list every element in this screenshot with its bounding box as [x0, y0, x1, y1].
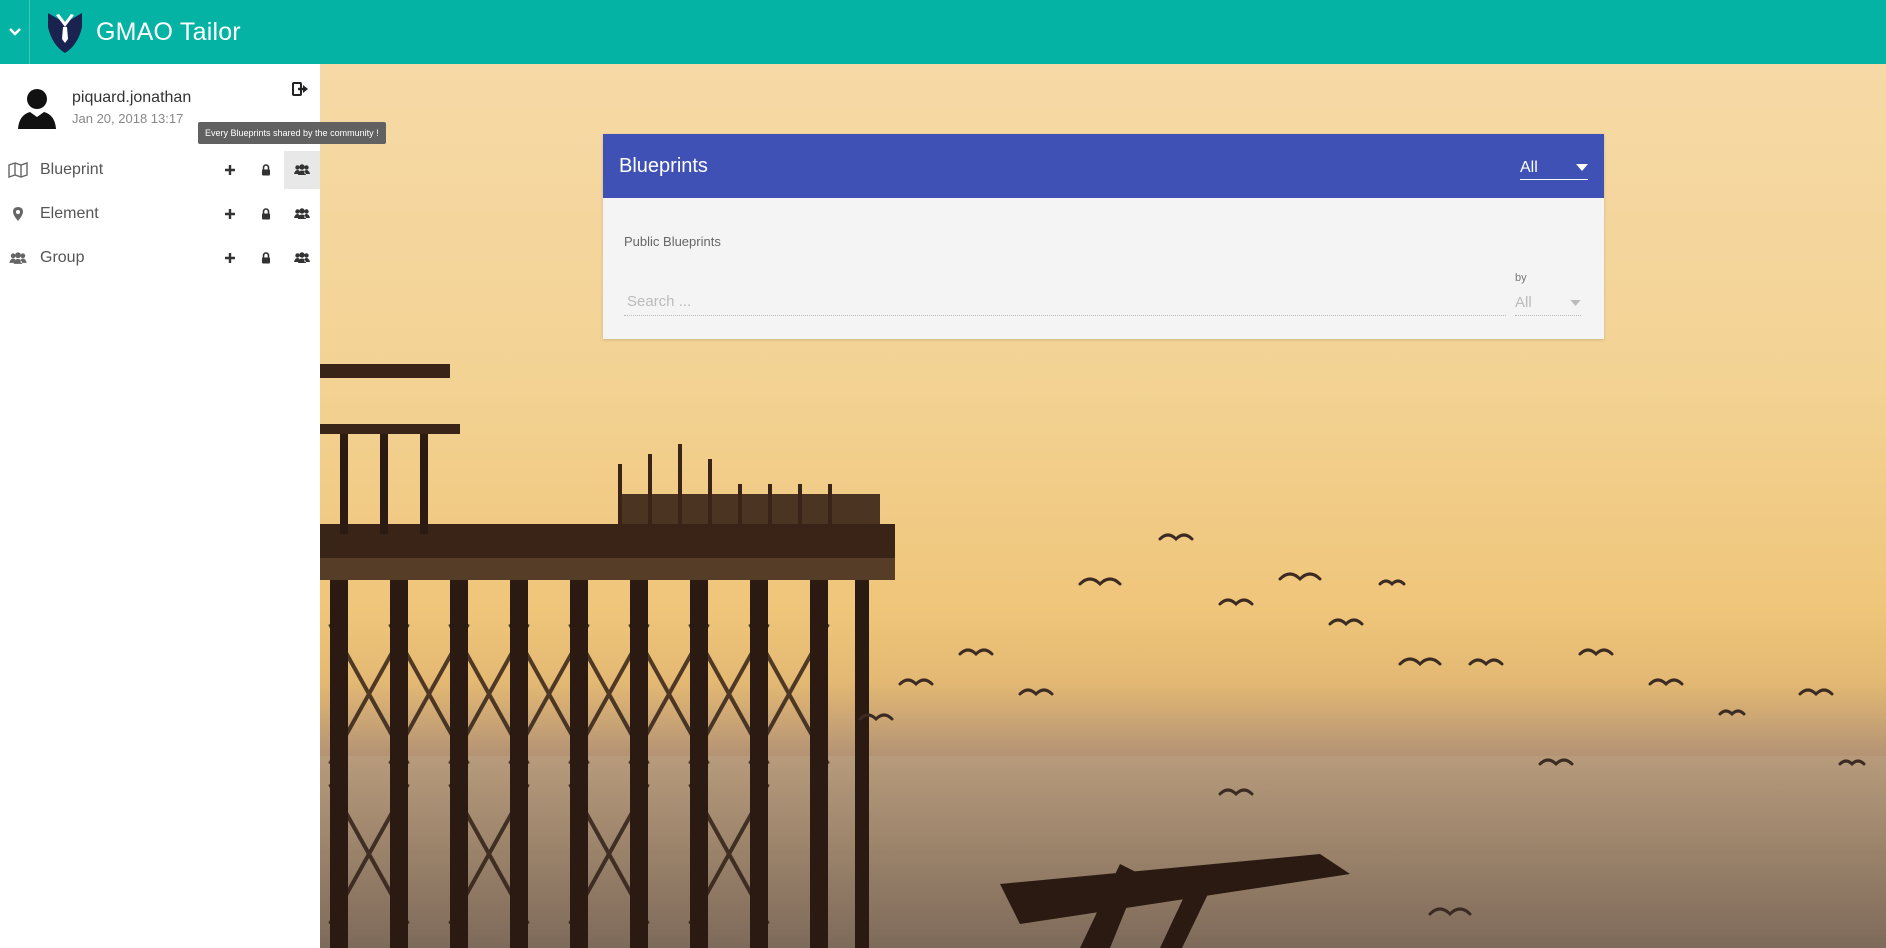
search-input[interactable]	[624, 288, 1506, 316]
chevron-down-icon	[8, 28, 21, 36]
plus-icon	[225, 253, 235, 263]
group-icon	[294, 252, 310, 263]
by-label: by	[1515, 272, 1527, 284]
card-title: Blueprints	[619, 154, 708, 177]
plus-icon	[225, 165, 235, 175]
blueprint-filter-select[interactable]: All	[1520, 156, 1588, 180]
group-icon	[294, 164, 310, 175]
by-value: All	[1515, 294, 1532, 311]
group-icon	[8, 248, 28, 268]
map-marker-icon	[8, 204, 28, 224]
caret-down-icon	[1576, 164, 1588, 171]
plus-icon	[225, 209, 235, 219]
blueprints-card: Blueprints All Public Blueprints by All	[603, 134, 1604, 339]
sidebar-item-blueprint: Blueprint	[0, 148, 320, 192]
sidebar-item-label[interactable]: Group	[40, 249, 212, 267]
map-icon	[8, 160, 28, 180]
lock-icon	[262, 164, 270, 176]
last-login-date: Jan 20, 2018 13:17	[72, 110, 184, 126]
add-blueprint-button[interactable]	[212, 151, 248, 189]
sidebar-item-label[interactable]: Blueprint	[40, 161, 212, 179]
private-groups-button[interactable]	[248, 239, 284, 277]
add-element-button[interactable]	[212, 195, 248, 233]
card-body: Public Blueprints by All	[603, 198, 1604, 339]
filter-value: All	[1520, 158, 1538, 176]
section-label: Public Blueprints	[624, 234, 721, 249]
tooltip: Every Blueprints shared by the community…	[198, 122, 386, 144]
top-app-bar: GMAO Tailor	[0, 0, 1886, 64]
app-title: GMAO Tailor	[96, 17, 241, 46]
public-groups-button[interactable]	[284, 239, 320, 277]
private-blueprints-button[interactable]	[248, 151, 284, 189]
group-icon	[294, 208, 310, 219]
add-group-button[interactable]	[212, 239, 248, 277]
public-blueprints-button[interactable]	[284, 151, 320, 189]
sidebar-item-label[interactable]: Element	[40, 205, 212, 223]
tailor-logo-icon	[48, 13, 82, 53]
user-avatar-icon	[18, 89, 56, 129]
lock-icon	[262, 208, 270, 220]
sidebar-nav: Blueprint Element Group	[0, 148, 320, 280]
private-elements-button[interactable]	[248, 195, 284, 233]
username: piquard.jonathan	[72, 88, 192, 106]
sidebar-item-group: Group	[0, 236, 320, 280]
logout-icon[interactable]	[292, 81, 310, 97]
menu-toggle-button[interactable]	[0, 0, 30, 64]
caret-down-icon	[1570, 299, 1581, 306]
card-header: Blueprints All	[603, 134, 1604, 198]
lock-icon	[262, 252, 270, 264]
sidebar-item-element: Element	[0, 192, 320, 236]
by-select[interactable]: All	[1515, 290, 1581, 316]
sidebar: piquard.jonathan Jan 20, 2018 13:17 Ever…	[0, 64, 386, 948]
public-elements-button[interactable]	[284, 195, 320, 233]
